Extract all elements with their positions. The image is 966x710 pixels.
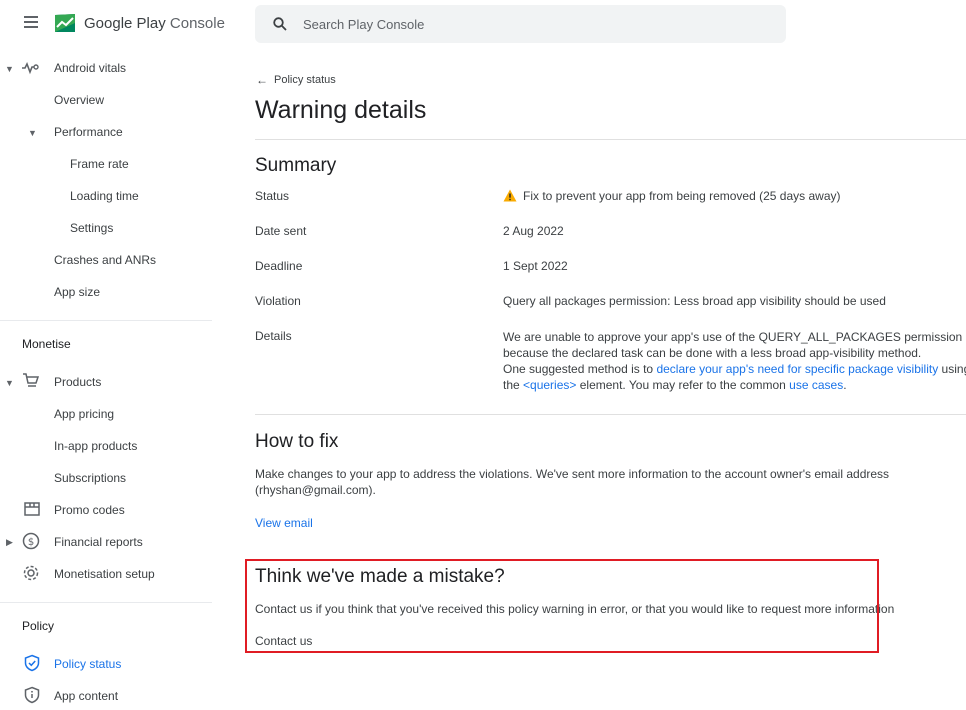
details-label: Details	[255, 329, 292, 343]
cart-icon	[23, 373, 40, 387]
sidebar-item-promo-codes[interactable]: Promo codes	[54, 499, 125, 521]
back-link-label: Policy status	[274, 74, 336, 86]
warning-icon	[503, 189, 517, 202]
sidebar-item-app-size[interactable]: App size	[54, 281, 100, 303]
how-to-fix-text: Make changes to your app to address the …	[255, 466, 955, 498]
sidebar-item-subscriptions[interactable]: Subscriptions	[54, 467, 126, 489]
brand-secondary: Console	[169, 15, 225, 32]
search-input[interactable]	[303, 14, 763, 34]
sidebar-divider	[0, 320, 212, 321]
hamburger-menu-icon[interactable]	[24, 16, 38, 28]
play-console-logo-icon	[55, 14, 75, 32]
details-text: .	[843, 378, 847, 392]
status-label: Status	[255, 189, 290, 203]
use-cases-link[interactable]: use cases	[789, 378, 843, 392]
sidebar-item-android-vitals[interactable]: Android vitals	[54, 57, 126, 79]
details-text: the	[503, 378, 524, 392]
details-line: the <queries> element. You may refer to …	[503, 377, 963, 393]
summary-heading: Summary	[255, 155, 337, 176]
sidebar-item-app-pricing[interactable]: App pricing	[54, 403, 114, 425]
view-email-link[interactable]: View email	[255, 516, 313, 530]
shield-check-icon	[24, 654, 40, 672]
highlight-box	[245, 559, 879, 653]
date-sent-label: Date sent	[255, 224, 307, 238]
expand-caret-icon[interactable]: ▼	[28, 128, 37, 138]
gear-icon	[23, 565, 39, 581]
expand-caret-icon[interactable]: ▼	[5, 64, 14, 74]
queries-link[interactable]: <queries>	[523, 378, 576, 392]
sidebar-item-loading-time[interactable]: Loading time	[70, 185, 139, 207]
details-text: element. You may refer to the common	[576, 378, 790, 392]
sidebar-item-overview[interactable]: Overview	[54, 89, 104, 111]
divider	[255, 414, 966, 415]
details-line: One suggested method is to declare your …	[503, 361, 966, 377]
violation-label: Violation	[255, 294, 301, 308]
brand-title[interactable]: Google Play Console	[84, 15, 225, 32]
sidebar-item-financial-reports[interactable]: Financial reports	[54, 531, 143, 553]
details-text: One suggested method is to	[503, 362, 657, 376]
sidebar-item-app-content[interactable]: App content	[54, 685, 118, 707]
page-title: Warning details	[255, 96, 427, 124]
back-link[interactable]: ← Policy status	[256, 73, 336, 87]
sidebar-item-settings[interactable]: Settings	[70, 217, 113, 239]
details-value: We are unable to approve your app's use …	[503, 329, 966, 393]
expand-caret-right-icon[interactable]: ▶	[6, 537, 13, 548]
how-to-fix-line: Make changes to your app to address the …	[255, 467, 890, 481]
svg-text:$: $	[28, 537, 34, 548]
details-text: using	[941, 362, 966, 376]
sidebar-item-performance[interactable]: Performance	[54, 121, 123, 143]
deadline-label: Deadline	[255, 259, 303, 273]
brand-primary: Google Play	[84, 15, 166, 32]
package-visibility-link[interactable]: declare your app's need for specific pac…	[656, 362, 938, 376]
details-line: We are unable to approve your app's use …	[503, 330, 963, 344]
date-sent-value: 2 Aug 2022	[503, 224, 564, 238]
sidebar-item-crashes[interactable]: Crashes and ANRs	[54, 249, 156, 271]
arrow-left-icon: ←	[256, 73, 268, 87]
sidebar-item-frame-rate[interactable]: Frame rate	[70, 153, 129, 175]
status-value: Fix to prevent your app from being remov…	[503, 188, 840, 204]
sidebar-item-in-app-products[interactable]: In-app products	[54, 435, 137, 457]
section-title-policy: Policy	[22, 619, 55, 633]
search-icon	[273, 17, 287, 31]
dollar-circle-icon: $	[22, 532, 40, 550]
info-shield-icon	[24, 686, 40, 704]
deadline-value: 1 Sept 2022	[503, 259, 568, 273]
expand-caret-icon[interactable]: ▼	[5, 378, 14, 388]
status-text: Fix to prevent your app from being remov…	[523, 189, 841, 203]
sidebar-item-products[interactable]: Products	[54, 371, 101, 393]
details-line: because the declared task can be done wi…	[503, 346, 922, 360]
sidebar-divider	[0, 602, 212, 603]
section-title-monetise: Monetise	[22, 337, 71, 351]
divider	[255, 139, 966, 140]
how-to-fix-heading: How to fix	[255, 431, 339, 452]
search-bar[interactable]	[255, 5, 786, 43]
violation-value: Query all packages permission: Less broa…	[503, 294, 886, 308]
sidebar-item-monetisation-setup[interactable]: Monetisation setup	[54, 563, 155, 585]
ticket-icon	[24, 502, 40, 516]
vitals-pulse-icon	[22, 62, 39, 75]
sidebar-item-policy-status[interactable]: Policy status	[54, 653, 121, 675]
sidebar: Google Play Console ▼ Android vitals Ove…	[0, 0, 225, 710]
how-to-fix-line: (rhyshan@gmail.com).	[255, 483, 376, 497]
